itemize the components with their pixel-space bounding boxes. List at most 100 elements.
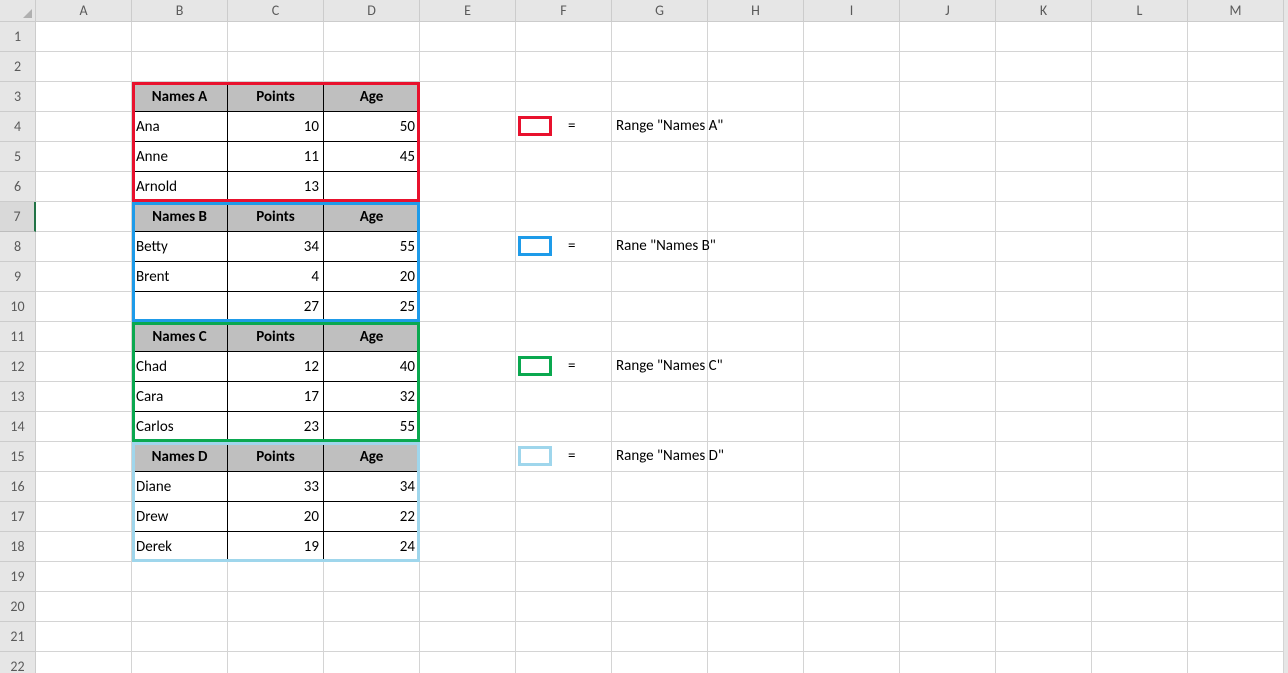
cell-M11[interactable] (1188, 322, 1284, 352)
cell-M15[interactable] (1188, 442, 1284, 472)
cell-A22[interactable] (36, 652, 132, 673)
cell-M10[interactable] (1188, 292, 1284, 322)
cell-E16[interactable] (420, 472, 516, 502)
row-header-4[interactable]: 4 (0, 112, 36, 142)
cell-A14[interactable] (36, 412, 132, 442)
cell-K5[interactable] (996, 142, 1092, 172)
cell-F22[interactable] (516, 652, 612, 673)
cell-I18[interactable] (804, 532, 900, 562)
cell-F20[interactable] (516, 592, 612, 622)
cell-E21[interactable] (420, 622, 516, 652)
table-a-cell-r0-c0[interactable]: Ana (132, 112, 228, 142)
cell-J6[interactable] (900, 172, 996, 202)
cell-H18[interactable] (708, 532, 804, 562)
cell-J9[interactable] (900, 262, 996, 292)
cell-A21[interactable] (36, 622, 132, 652)
table-b-cell-r2-c0[interactable] (132, 292, 228, 322)
cell-G10[interactable] (612, 292, 708, 322)
cell-H9[interactable] (708, 262, 804, 292)
table-c-header-1[interactable]: Points (228, 322, 324, 352)
cell-D19[interactable] (324, 562, 420, 592)
cell-J20[interactable] (900, 592, 996, 622)
cell-I13[interactable] (804, 382, 900, 412)
cell-C19[interactable] (228, 562, 324, 592)
cell-I20[interactable] (804, 592, 900, 622)
table-a-cell-r1-c2[interactable]: 45 (324, 142, 420, 172)
table-a-cell-r2-c1[interactable]: 13 (228, 172, 324, 202)
cell-J7[interactable] (900, 202, 996, 232)
table-b-cell-r2-c2[interactable]: 25 (324, 292, 420, 322)
cell-L22[interactable] (1092, 652, 1188, 673)
cell-K2[interactable] (996, 52, 1092, 82)
cell-G18[interactable] (612, 532, 708, 562)
cell-H6[interactable] (708, 172, 804, 202)
cell-J4[interactable] (900, 112, 996, 142)
cell-H2[interactable] (708, 52, 804, 82)
cell-A13[interactable] (36, 382, 132, 412)
cell-J18[interactable] (900, 532, 996, 562)
cell-M18[interactable] (1188, 532, 1284, 562)
cell-I3[interactable] (804, 82, 900, 112)
cell-I6[interactable] (804, 172, 900, 202)
cell-A19[interactable] (36, 562, 132, 592)
column-header-J[interactable]: J (900, 0, 996, 22)
table-c-cell-r0-c2[interactable]: 40 (324, 352, 420, 382)
cell-B20[interactable] (132, 592, 228, 622)
table-c-cell-r1-c2[interactable]: 32 (324, 382, 420, 412)
cell-E2[interactable] (420, 52, 516, 82)
cell-I8[interactable] (804, 232, 900, 262)
table-a-cell-r2-c2[interactable] (324, 172, 420, 202)
cell-C2[interactable] (228, 52, 324, 82)
cell-M20[interactable] (1188, 592, 1284, 622)
cell-F13[interactable] (516, 382, 612, 412)
cell-K14[interactable] (996, 412, 1092, 442)
cell-E22[interactable] (420, 652, 516, 673)
cell-E14[interactable] (420, 412, 516, 442)
cell-F21[interactable] (516, 622, 612, 652)
cell-F18[interactable] (516, 532, 612, 562)
cell-M16[interactable] (1188, 472, 1284, 502)
table-c-header-2[interactable]: Age (324, 322, 420, 352)
cell-L14[interactable] (1092, 412, 1188, 442)
cell-B1[interactable] (132, 22, 228, 52)
cell-G14[interactable] (612, 412, 708, 442)
column-header-A[interactable]: A (36, 0, 132, 22)
cell-J16[interactable] (900, 472, 996, 502)
cell-L2[interactable] (1092, 52, 1188, 82)
cell-G3[interactable] (612, 82, 708, 112)
cell-J17[interactable] (900, 502, 996, 532)
cell-G16[interactable] (612, 472, 708, 502)
cell-B2[interactable] (132, 52, 228, 82)
cell-M8[interactable] (1188, 232, 1284, 262)
cell-K7[interactable] (996, 202, 1092, 232)
cell-I19[interactable] (804, 562, 900, 592)
cell-C21[interactable] (228, 622, 324, 652)
table-b-cell-r1-c0[interactable]: Brent (132, 262, 228, 292)
cell-A15[interactable] (36, 442, 132, 472)
cell-G19[interactable] (612, 562, 708, 592)
cell-K11[interactable] (996, 322, 1092, 352)
column-header-G[interactable]: G (612, 0, 708, 22)
row-header-22[interactable]: 22 (0, 652, 36, 673)
cell-E12[interactable] (420, 352, 516, 382)
cell-E1[interactable] (420, 22, 516, 52)
cell-L19[interactable] (1092, 562, 1188, 592)
cell-H14[interactable] (708, 412, 804, 442)
cell-H22[interactable] (708, 652, 804, 673)
table-b-cell-r2-c1[interactable]: 27 (228, 292, 324, 322)
row-header-6[interactable]: 6 (0, 172, 36, 202)
cell-L20[interactable] (1092, 592, 1188, 622)
row-header-1[interactable]: 1 (0, 22, 36, 52)
cell-K17[interactable] (996, 502, 1092, 532)
cell-K13[interactable] (996, 382, 1092, 412)
column-header-I[interactable]: I (804, 0, 900, 22)
cell-H5[interactable] (708, 142, 804, 172)
cell-M19[interactable] (1188, 562, 1284, 592)
column-header-F[interactable]: F (516, 0, 612, 22)
cell-G21[interactable] (612, 622, 708, 652)
table-c-cell-r1-c0[interactable]: Cara (132, 382, 228, 412)
cell-J13[interactable] (900, 382, 996, 412)
table-b-header-0[interactable]: Names B (132, 202, 228, 232)
cell-K19[interactable] (996, 562, 1092, 592)
table-d-cell-r2-c2[interactable]: 24 (324, 532, 420, 562)
